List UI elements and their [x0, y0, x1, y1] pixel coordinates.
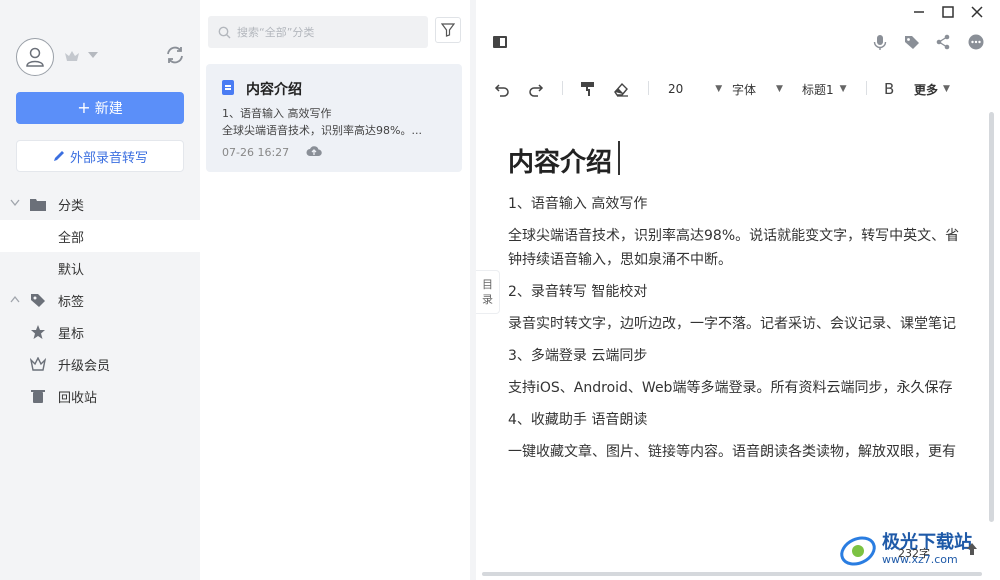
document-paragraph[interactable]: 支持iOS、Android、Web端等多端登录。所有资料云端同步，永久保存 [508, 377, 952, 397]
eraser-icon[interactable] [612, 80, 630, 98]
trash-icon [31, 390, 45, 403]
text-cursor [618, 141, 620, 175]
external-recording-label: 外部录音转写 [69, 150, 148, 166]
sidebar-item-default[interactable]: 默认 [0, 252, 200, 284]
sidebar-item-tags[interactable]: 标签 [0, 284, 200, 316]
editor-panel: 20 ▼ 字体 ▼ 标题1 ▼ B 更多 ▼ 内容介绍 1、语音输入 高效写作 … [476, 0, 1000, 580]
redo-icon[interactable] [528, 80, 544, 98]
sidebar-item-upgrade[interactable]: 升级会员 [0, 348, 200, 380]
format-painter-icon[interactable] [580, 80, 596, 98]
document-paragraph[interactable]: 2、录音转写 智能校对 [508, 281, 647, 301]
external-recording-button[interactable]: 外部录音转写 [16, 140, 184, 172]
chevron-down-icon [10, 199, 20, 207]
sidebar-item-label: 分类 [58, 198, 85, 214]
folder-icon [30, 199, 46, 211]
toc-label: 录 [482, 293, 493, 306]
document-paragraph[interactable]: 全球尖端语音技术，识别率高达98%。说话就能变文字，转写中英文、省 [508, 225, 959, 245]
heading-value: 标题1 [802, 82, 834, 97]
chevron-down-icon: ▼ [943, 84, 950, 94]
crown-icon [30, 357, 46, 371]
font-size-value: 20 [668, 82, 684, 96]
document-paragraph[interactable]: 3、多端登录 云端同步 [508, 345, 647, 365]
toc-toggle[interactable]: 目 录 [476, 270, 500, 314]
tag-icon [31, 294, 45, 307]
font-family-select[interactable]: 字体 ▼ [732, 80, 783, 98]
heading-select[interactable]: 标题1 ▼ [802, 80, 847, 98]
font-family-value: 字体 [732, 82, 757, 97]
search-icon [218, 26, 231, 38]
note-preview-line: 1、语音输入 高效写作 [222, 107, 332, 120]
chevron-down-icon: ▼ [839, 84, 847, 94]
plus-icon: + [77, 98, 91, 117]
minimize-icon[interactable] [912, 4, 926, 20]
pencil-icon [53, 151, 64, 161]
more-menu[interactable]: 更多 ▼ [914, 80, 950, 98]
bold-button[interactable]: B [884, 80, 894, 98]
toc-label: 目 [482, 278, 493, 291]
document-paragraph[interactable]: 一键收藏文章、图片、链接等内容。语音朗读各类读物，解放双眼，更有 [508, 441, 956, 461]
undo-icon[interactable] [494, 80, 510, 98]
close-icon[interactable] [970, 4, 984, 20]
note-title: 内容介绍 [246, 82, 302, 98]
watermark-logo-icon [840, 536, 876, 566]
bold-label: B [884, 80, 895, 98]
sidebar-item-all[interactable]: 全部 [0, 220, 200, 252]
sidebar-item-label: 星标 [58, 326, 85, 342]
sidebar-item-label: 回收站 [58, 390, 98, 406]
microphone-icon[interactable] [872, 34, 888, 52]
note-list-panel: 搜索“全部”分类 内容介绍 1、语音输入 高效写作 全球尖端语音技术，识别率高达… [200, 0, 470, 580]
document-paragraph[interactable]: 钟持续语音输入，思如泉涌不中断。 [508, 249, 732, 269]
chevron-down-icon[interactable] [88, 52, 98, 58]
tag-icon[interactable] [903, 34, 921, 50]
sidebar-item-label: 标签 [58, 294, 85, 310]
more-options-icon[interactable] [968, 34, 984, 50]
sidebar-item-label: 全部 [58, 230, 85, 246]
document-title[interactable]: 内容介绍 [508, 142, 612, 179]
sidebar-item-trash[interactable]: 回收站 [0, 380, 200, 412]
note-timestamp: 07-26 16:27 [222, 146, 290, 159]
app-window: + 新建 外部录音转写 分类 全部 默认 标签 星标 升级会员 回收站 搜索“全… [0, 0, 1000, 580]
collapse-sidebar-icon[interactable] [492, 34, 508, 50]
avatar[interactable] [16, 38, 54, 76]
document-paragraph[interactable]: 1、语音输入 高效写作 [508, 193, 647, 213]
more-label: 更多 [914, 82, 939, 97]
horizontal-scrollbar[interactable] [482, 572, 982, 576]
cloud-upload-icon [306, 146, 322, 156]
chevron-down-icon: ▼ [776, 84, 783, 94]
new-note-label: 新建 [94, 101, 123, 117]
toolbar-divider [866, 81, 867, 95]
font-size-select[interactable]: 20 ▼ [668, 80, 722, 98]
maximize-icon[interactable] [941, 4, 955, 20]
arrow-up-icon[interactable] [966, 542, 978, 556]
sidebar: + 新建 外部录音转写 分类 全部 默认 标签 星标 升级会员 回收站 [0, 0, 200, 580]
document-paragraph[interactable]: 4、收藏助手 语音朗读 [508, 409, 647, 429]
vertical-scrollbar[interactable] [989, 112, 994, 522]
crown-icon[interactable] [64, 48, 80, 64]
note-list-item[interactable]: 内容介绍 1、语音输入 高效写作 全球尖端语音技术，识别率高达98%。... 0… [206, 64, 462, 172]
user-icon [26, 47, 44, 67]
star-icon [31, 325, 45, 339]
document-paragraph[interactable]: 录音实时转文字，边听边改，一字不落。记者采访、会议记录、课堂笔记 [508, 313, 956, 333]
filter-button[interactable] [435, 17, 461, 43]
toolbar-divider [562, 81, 563, 95]
sidebar-item-label: 升级会员 [58, 358, 111, 374]
chevron-down-icon: ▼ [715, 84, 723, 94]
word-count: 232字 [898, 547, 930, 560]
sidebar-item-label: 默认 [58, 262, 85, 278]
filter-icon [441, 23, 455, 37]
search-input[interactable]: 搜索“全部”分类 [208, 16, 428, 48]
document-icon [222, 80, 234, 95]
sync-icon[interactable] [164, 44, 186, 66]
new-note-button[interactable]: + 新建 [16, 92, 184, 124]
toolbar-divider [648, 81, 649, 95]
sidebar-item-starred[interactable]: 星标 [0, 316, 200, 348]
share-icon[interactable] [935, 34, 951, 50]
sidebar-item-category[interactable]: 分类 [0, 188, 200, 220]
note-preview-line: 全球尖端语音技术，识别率高达98%。... [222, 124, 422, 137]
chevron-up-icon [10, 295, 20, 303]
search-placeholder: 搜索“全部”分类 [237, 26, 315, 39]
